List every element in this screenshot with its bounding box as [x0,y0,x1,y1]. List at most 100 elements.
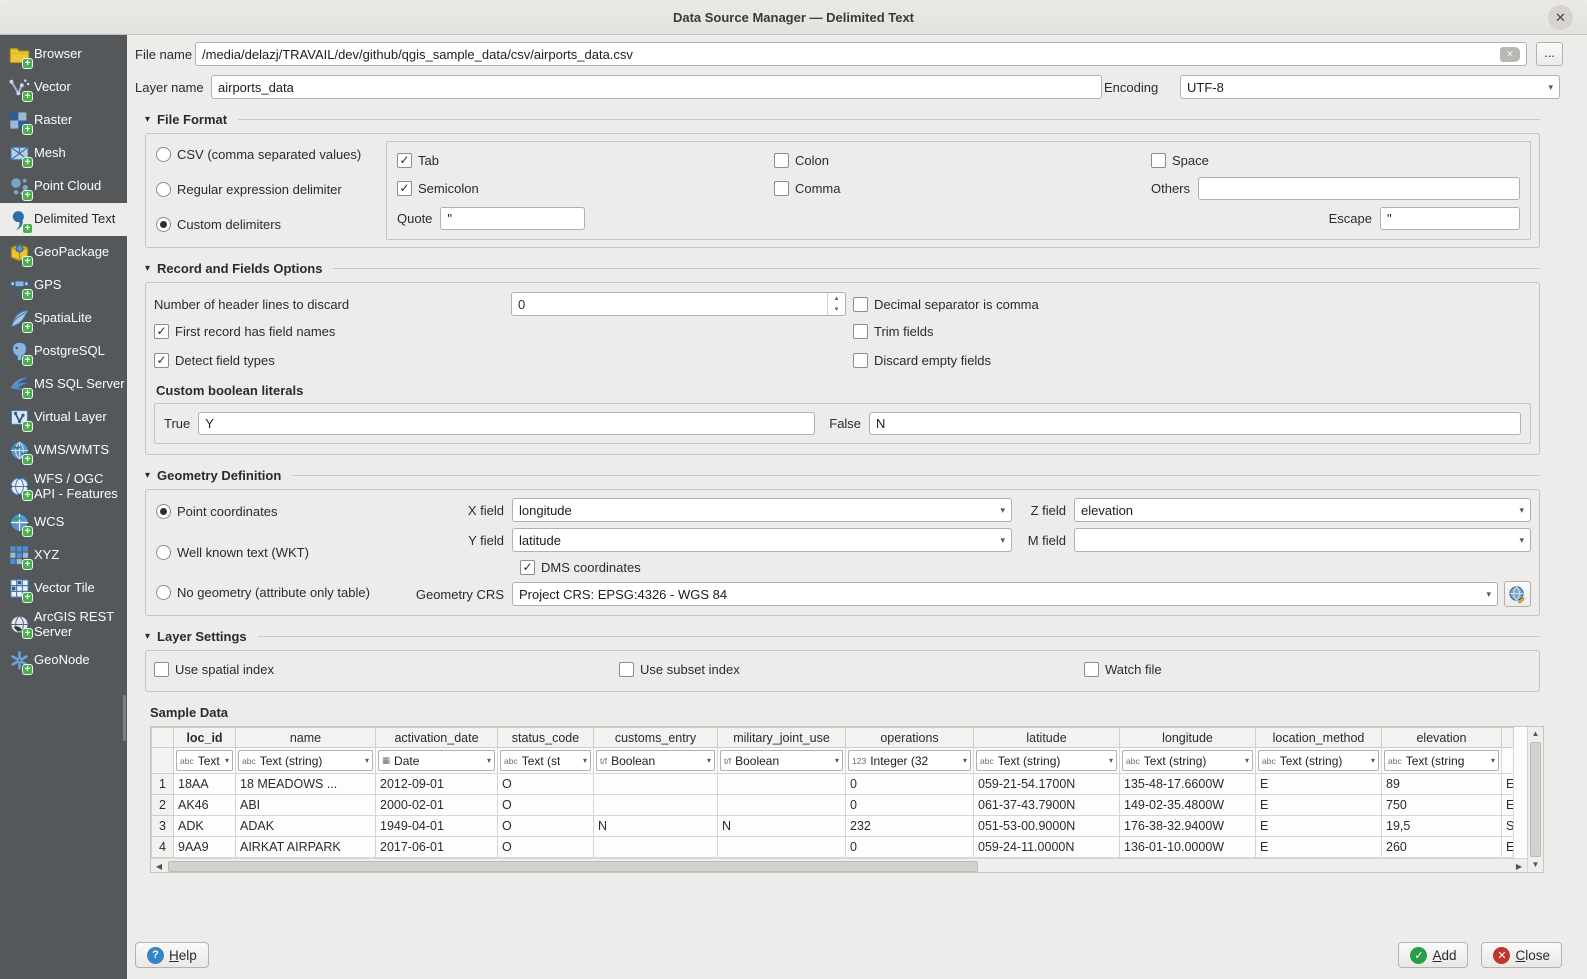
sidebar-item-postgresql[interactable]: +PostgreSQL [0,335,127,368]
sidebar-item-wcs[interactable]: +WCS [0,506,127,539]
table-cell[interactable]: O [498,837,594,858]
checkbox-tab[interactable]: ✓Tab [397,153,439,168]
row-number-cell[interactable]: 4 [152,837,174,858]
m-field-select[interactable]: ▾ [1074,528,1531,552]
radio-point-coordinates[interactable]: Point coordinates [156,504,412,519]
checkbox-use-subset-index[interactable]: Use subset index [619,662,740,677]
sidebar-item-mesh[interactable]: +Mesh [0,137,127,170]
checkbox-discard-empty-fields[interactable]: Discard empty fields [853,353,991,368]
sidebar-item-xyz[interactable]: +XYZ [0,539,127,572]
table-cell[interactable]: 2017-06-01 [376,837,498,858]
y-field-select[interactable]: latitude▾ [512,528,1012,552]
column-header-activation-date[interactable]: activation_date [376,728,498,748]
table-cell[interactable]: 0 [846,837,974,858]
column-header-location-method[interactable]: location_method [1256,728,1382,748]
encoding-select[interactable]: UTF-8▾ [1180,75,1560,99]
field-type-select[interactable]: abcText▾ [176,750,233,771]
field-type-select[interactable]: t/fBoolean▾ [720,750,843,771]
radio-no-geometry-attribute-only-table[interactable]: No geometry (attribute only table) [156,585,412,600]
table-cell[interactable]: 9AA9 [174,837,236,858]
checkbox-space[interactable]: Space [1151,153,1209,168]
close-button[interactable]: ✕Close [1481,942,1562,968]
column-header-longitude[interactable]: longitude [1120,728,1256,748]
table-cell[interactable]: 0 [846,795,974,816]
sidebar-item-delimited-text[interactable]: +Delimited Text [0,203,127,236]
table-cell[interactable]: 18 MEADOWS ... [236,774,376,795]
sidebar-scrollbar[interactable] [123,695,126,741]
column-header-military-joint-use[interactable]: military_joint_use [718,728,846,748]
sidebar-item-arcgis-rest-server[interactable]: +ArcGIS REST Server [0,605,127,644]
table-cell[interactable]: 750 [1382,795,1502,816]
field-type-select[interactable]: abcText (string)▾ [1258,750,1379,771]
collapse-triangle-icon[interactable]: ▾ [145,631,150,642]
select-crs-button[interactable] [1504,581,1531,607]
window-close-icon[interactable]: ✕ [1548,5,1573,30]
vertical-scrollbar[interactable]: ▲ ▼ [1527,727,1543,872]
x-field-select[interactable]: longitude▾ [512,498,1012,522]
checkbox-semicolon[interactable]: ✓Semicolon [397,181,479,196]
field-type-select[interactable]: abcText (string)▾ [1122,750,1253,771]
field-type-select[interactable]: abcText (string)▾ [976,750,1117,771]
sidebar-item-geopackage[interactable]: +GeoPackage [0,236,127,269]
table-cell[interactable]: 260 [1382,837,1502,858]
sidebar-item-browser[interactable]: +Browser [0,38,127,71]
sidebar-item-geonode[interactable]: +GeoNode [0,644,127,677]
table-cell[interactable]: N [594,816,718,837]
table-cell[interactable]: E [1256,816,1382,837]
sidebar-item-virtual-layer[interactable]: +Virtual Layer [0,401,127,434]
table-cell[interactable]: 0 [846,774,974,795]
layer-name-input[interactable]: airports_data [211,75,1102,99]
column-header-status-code[interactable]: status_code [498,728,594,748]
table-cell[interactable]: E [1256,795,1382,816]
sidebar-item-spatialite[interactable]: +SpatiaLite [0,302,127,335]
field-type-select[interactable]: abcText (string)▾ [238,750,373,771]
field-type-select[interactable]: t/fBoolean▾ [596,750,715,771]
table-cell[interactable]: 149-02-35.4800W [1120,795,1256,816]
collapse-triangle-icon[interactable]: ▾ [145,470,150,481]
table-cell[interactable]: E [1256,774,1382,795]
column-header-loc-id[interactable]: loc_id [174,728,236,748]
z-field-select[interactable]: elevation▾ [1074,498,1531,522]
false-literal-input[interactable]: N [869,412,1521,435]
checkbox-colon[interactable]: Colon [774,153,829,168]
column-header-customs-entry[interactable]: customs_entry [594,728,718,748]
table-cell[interactable]: 1949-04-01 [376,816,498,837]
table-cell[interactable]: AK46 [174,795,236,816]
table-cell[interactable]: 2000-02-01 [376,795,498,816]
table-cell[interactable]: O [498,795,594,816]
help-button[interactable]: ?Help [135,942,209,968]
table-cell[interactable]: 89 [1382,774,1502,795]
table-cell[interactable]: 18AA [174,774,236,795]
sidebar-item-vector-tile[interactable]: +Vector Tile [0,572,127,605]
escape-input[interactable]: " [1380,207,1520,230]
column-header-operations[interactable]: operations [846,728,974,748]
radio-csv-comma-separated-values[interactable]: CSV (comma separated values) [156,147,386,162]
horizontal-scrollbar[interactable]: ◀ ▶ [151,858,1527,872]
field-type-select[interactable]: abcText (st▾ [500,750,591,771]
radio-custom-delimiters[interactable]: Custom delimiters [156,217,386,232]
table-cell[interactable] [594,795,718,816]
sidebar-item-ms-sql-server[interactable]: +MS SQL Server [0,368,127,401]
table-cell[interactable]: 2012-09-01 [376,774,498,795]
table-cell[interactable]: O [498,816,594,837]
add-button[interactable]: ✓Add [1398,942,1468,968]
collapse-triangle-icon[interactable]: ▾ [145,263,150,274]
table-cell[interactable] [718,795,846,816]
header-lines-spinner[interactable]: 0 ▴▾ [511,292,846,316]
geometry-crs-select[interactable]: Project CRS: EPSG:4326 - WGS 84▾ [512,582,1498,606]
checkbox-decimal-separator-is-comma[interactable]: Decimal separator is comma [853,297,1039,312]
checkbox-detect-field-types[interactable]: ✓Detect field types [154,353,275,368]
quote-input[interactable]: " [440,207,585,230]
table-cell[interactable] [594,837,718,858]
sidebar-item-gps[interactable]: +GPS [0,269,127,302]
row-number-cell[interactable]: 2 [152,795,174,816]
table-cell[interactable] [718,837,846,858]
field-type-select[interactable]: abcText (string▾ [1384,750,1499,771]
radio-regular-expression-delimiter[interactable]: Regular expression delimiter [156,182,386,197]
table-cell[interactable]: E [1256,837,1382,858]
column-header-latitude[interactable]: latitude [974,728,1120,748]
checkbox-comma[interactable]: Comma [774,181,841,196]
table-cell[interactable]: ADK [174,816,236,837]
table-cell[interactable] [718,774,846,795]
table-cell[interactable]: 061-37-43.7900N [974,795,1120,816]
